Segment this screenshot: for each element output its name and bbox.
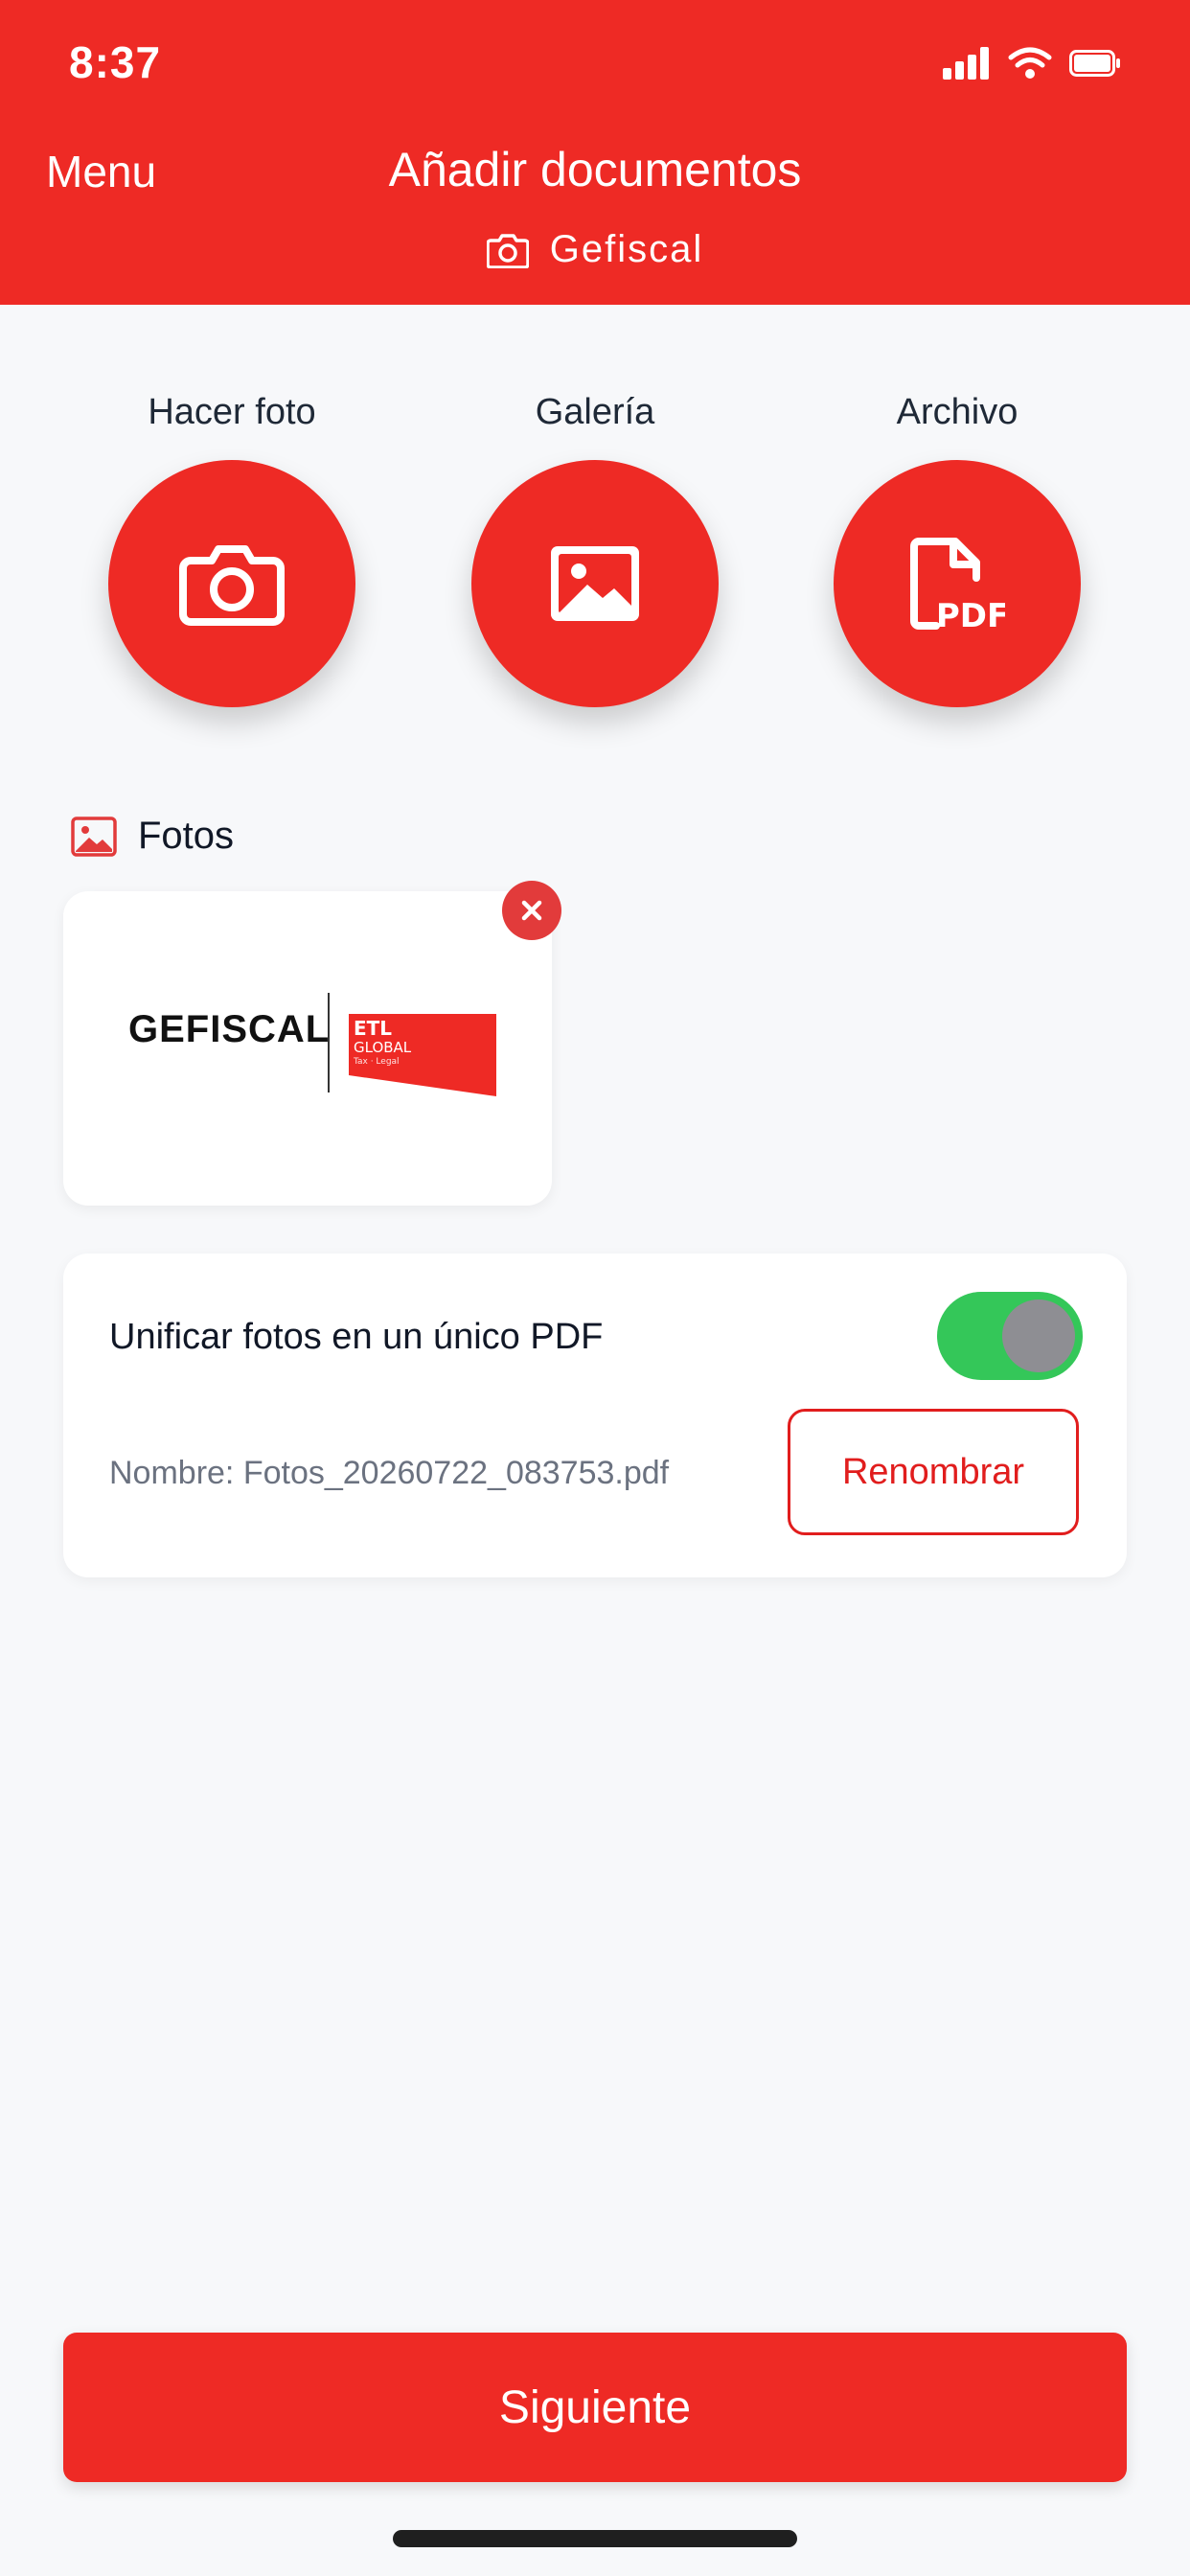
logo-badge-line-1: ETL bbox=[354, 1017, 392, 1040]
next-button[interactable]: Siguiente bbox=[63, 2333, 1127, 2482]
gallery-button[interactable] bbox=[471, 460, 719, 707]
battery-icon bbox=[1069, 50, 1120, 77]
wifi-icon bbox=[1008, 47, 1052, 79]
take-photo-button[interactable] bbox=[108, 460, 355, 707]
remove-photo-button[interactable] bbox=[502, 881, 561, 940]
signal-icon bbox=[943, 47, 989, 80]
camera-icon bbox=[179, 545, 285, 626]
company-name: Gefiscal bbox=[549, 228, 704, 270]
take-photo-label: Hacer foto bbox=[148, 392, 316, 432]
status-time: 8:37 bbox=[69, 37, 162, 87]
etl-global-logo: ETL GLOBAL Tax · Legal bbox=[349, 1014, 496, 1096]
unify-pdf-label: Unificar fotos en un único PDF bbox=[109, 1317, 604, 1357]
photos-section-title: Fotos bbox=[138, 815, 235, 857]
status-icons bbox=[943, 44, 1121, 82]
pdf-icon-text: PDF bbox=[936, 597, 1005, 632]
camera-icon bbox=[486, 233, 529, 268]
logo-badge-line-2: GLOBAL bbox=[354, 1039, 412, 1056]
logo-badge-line-3: Tax · Legal bbox=[353, 1057, 400, 1067]
pdf-file-icon: PDF bbox=[910, 538, 1005, 632]
header-subtitle: Gefiscal bbox=[0, 228, 1190, 271]
pdf-file-name: Nombre: Fotos_20260722_083753.pdf bbox=[109, 1455, 670, 1491]
logo-text: GEFISCAL bbox=[128, 1008, 331, 1050]
take-photo-action: Hacer foto bbox=[50, 383, 414, 707]
logo-divider bbox=[328, 993, 330, 1092]
page-title: Añadir documentos bbox=[388, 143, 802, 196]
gallery-action: Galería bbox=[413, 383, 777, 707]
toggle-knob bbox=[1002, 1300, 1075, 1372]
unify-pdf-toggle[interactable] bbox=[937, 1292, 1083, 1380]
file-label: Archivo bbox=[896, 392, 1018, 432]
pdf-options-card: Unificar fotos en un único PDF Nombre: F… bbox=[63, 1254, 1127, 1577]
close-icon bbox=[521, 900, 542, 921]
image-icon bbox=[551, 546, 639, 621]
rename-button[interactable]: Renombrar bbox=[788, 1409, 1079, 1535]
gallery-label: Galería bbox=[535, 392, 655, 432]
file-button[interactable]: PDF bbox=[834, 460, 1081, 707]
app-header: 8:37 Menu Añadir documentos Gefiscal bbox=[0, 0, 1190, 305]
photos-section-header: Fotos bbox=[71, 815, 234, 858]
home-indicator bbox=[393, 2530, 797, 2547]
photo-thumbnail[interactable]: GEFISCAL ETL GLOBAL Tax · Legal bbox=[63, 891, 552, 1206]
image-icon bbox=[71, 816, 117, 857]
file-action: Archivo PDF bbox=[775, 383, 1139, 707]
